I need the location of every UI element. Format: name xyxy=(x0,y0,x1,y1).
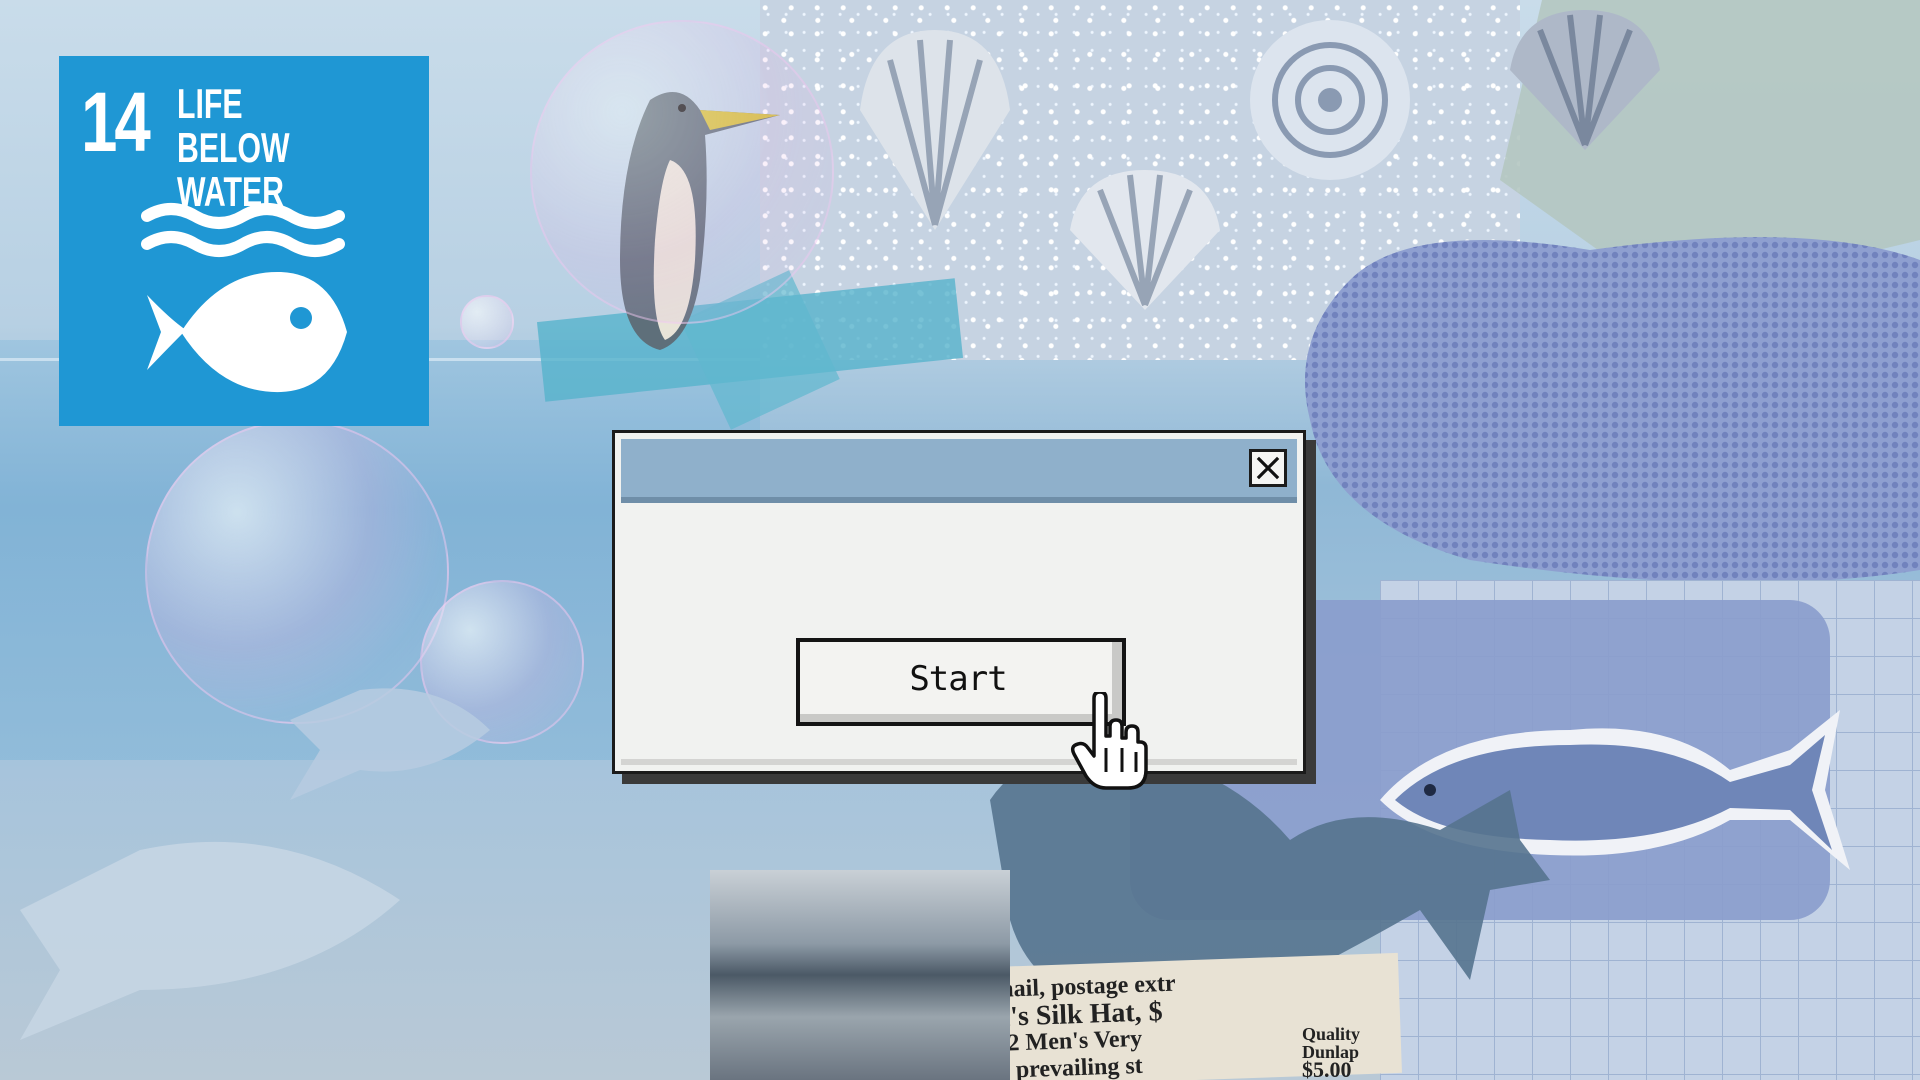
halftone-blue-shape xyxy=(1305,237,1920,583)
waves-and-fish-icon xyxy=(141,203,347,393)
shell-scallop-3 xyxy=(1510,10,1660,150)
close-button[interactable] xyxy=(1249,449,1287,487)
newspaper-line-5: Quality xyxy=(1302,1024,1361,1044)
sdg-title-line-1: LIFE BELOW xyxy=(177,80,290,171)
start-button-label: Start xyxy=(909,659,1007,699)
landscape-photo xyxy=(710,870,1010,1080)
dialog-bottom-edge xyxy=(621,759,1297,765)
newspaper-text-right: Quality Dunlap $5.00 xyxy=(1302,1024,1361,1080)
shell-spiral xyxy=(1250,20,1410,180)
bubble-small xyxy=(460,295,514,349)
sdg-badge: 14 LIFE BELOW WATER xyxy=(59,56,429,426)
fish-silhouette-left xyxy=(20,841,400,1040)
hand-pointer-icon xyxy=(1070,692,1148,790)
sdg-number: 14 xyxy=(81,75,151,169)
bubble-top xyxy=(530,20,834,324)
shell-scallop-2 xyxy=(1070,170,1220,310)
start-dialog: Start xyxy=(612,430,1306,774)
dialog-titlebar[interactable] xyxy=(621,439,1297,503)
close-icon xyxy=(1256,456,1280,480)
shell-scallop-1 xyxy=(860,30,1010,230)
fish-silhouette-mid xyxy=(290,688,490,800)
newspaper-line-7: $5.00 xyxy=(1302,1057,1352,1080)
sdg-title: LIFE BELOW WATER xyxy=(177,82,350,214)
